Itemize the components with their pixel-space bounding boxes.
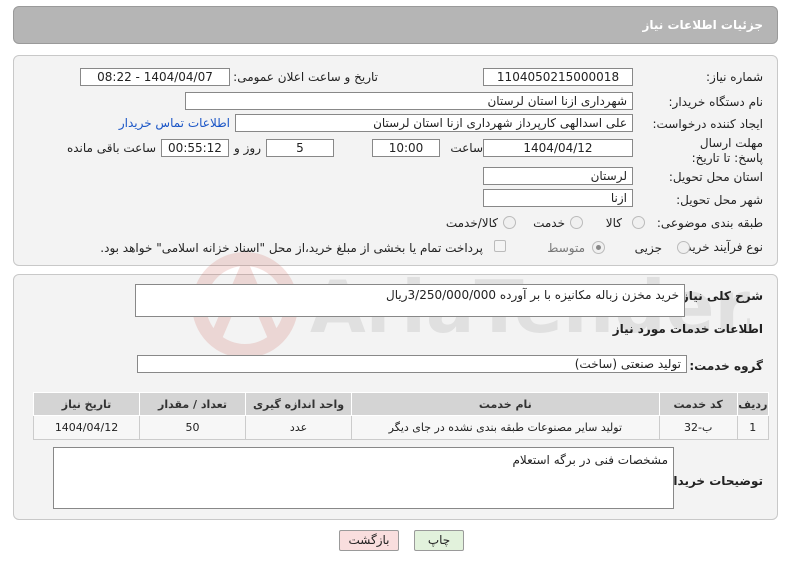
- category-service-radio[interactable]: [570, 216, 583, 229]
- page-header: جزئیات اطلاعات نیاز: [13, 6, 778, 44]
- table-row: 1 ب-32 تولید سایر مصنوعات طبقه بندی نشده…: [32, 415, 770, 440]
- category-goods-label: کالا: [605, 216, 622, 230]
- col-name: نام خدمت: [351, 392, 660, 416]
- province-field: لرستان: [483, 167, 633, 185]
- col-unit: واحد اندازه گیری: [245, 392, 353, 416]
- cell-date: 1404/04/12: [32, 415, 141, 440]
- category-goods-radio[interactable]: [632, 216, 645, 229]
- deadline-label: مهلت ارسال پاسخ: تا تاریخ:: [691, 136, 763, 165]
- col-qty: تعداد / مقدار: [139, 392, 247, 416]
- buyer-notes-label: توضیحات خریدار:: [661, 474, 763, 488]
- col-code: کد خدمت: [658, 392, 738, 416]
- need-number-label: شماره نیاز:: [706, 70, 763, 84]
- cell-code: ب-32: [658, 415, 738, 440]
- category-label: طبقه بندی موضوعی:: [656, 216, 763, 230]
- remaining-label: ساعت باقی مانده: [66, 141, 156, 155]
- announce-field: 1404/04/07 - 08:22: [80, 68, 230, 86]
- category-service-label: خدمت: [533, 216, 565, 230]
- buyer-org-label: نام دستگاه خریدار:: [668, 95, 764, 109]
- description-label: شرح کلی نیاز:: [677, 289, 763, 303]
- cell-name: تولید سایر مصنوعات طبقه بندی نشده در جای…: [351, 415, 660, 440]
- category-goods-service-radio[interactable]: [503, 216, 516, 229]
- service-group-label: گروه خدمت:: [689, 359, 763, 373]
- col-date: تاریخ نیاز: [32, 392, 141, 416]
- services-section-title: اطلاعات خدمات مورد نیاز: [612, 322, 763, 336]
- need-number-field: 1104050215000018: [483, 68, 633, 86]
- back-button[interactable]: بازگشت: [339, 530, 399, 551]
- deadline-time-field: 10:00: [372, 139, 440, 157]
- province-label: استان محل تحویل:: [668, 170, 763, 184]
- remaining-time-field: 00:55:12: [161, 139, 229, 157]
- buyer-contact-link[interactable]: اطلاعات تماس خریدار: [119, 116, 230, 130]
- days-field: 5: [266, 139, 334, 157]
- services-table: ردیف کد خدمت نام خدمت واحد اندازه گیری ت…: [32, 392, 770, 440]
- cell-unit: عدد: [245, 415, 353, 440]
- cell-row: 1: [736, 415, 770, 440]
- print-button[interactable]: چاپ: [414, 530, 464, 551]
- city-label: شهر محل تحویل:: [676, 193, 763, 207]
- cell-qty: 50: [139, 415, 247, 440]
- deadline-time-label: ساعت: [450, 141, 483, 155]
- city-field: ازنا: [483, 189, 633, 207]
- creator-label: ایجاد کننده درخواست:: [652, 117, 763, 131]
- deadline-date-field: 1404/04/12: [483, 139, 633, 157]
- announce-label: تاریخ و ساعت اعلان عمومی:: [233, 70, 378, 84]
- buyer-notes-field[interactable]: مشخصات فنی در برگه استعلام: [53, 447, 674, 509]
- buyer-org-field: شهرداری ازنا استان لرستان: [185, 92, 633, 110]
- services-table-header: ردیف کد خدمت نام خدمت واحد اندازه گیری ت…: [32, 392, 770, 416]
- description-field[interactable]: خرید مخزن زباله مکانیزه با بر آورده 3/25…: [135, 284, 685, 317]
- service-group-field: تولید صنعتی (ساخت): [137, 355, 687, 373]
- days-label: روز و: [234, 141, 261, 155]
- col-row: ردیف: [736, 392, 770, 416]
- creator-field: علی اسدالهی کارپرداز شهرداری ازنا استان …: [235, 114, 633, 132]
- page-title: جزئیات اطلاعات نیاز: [642, 18, 763, 32]
- need-info-panel: [13, 55, 778, 266]
- category-goods-service-label: کالا/خدمت: [445, 216, 498, 230]
